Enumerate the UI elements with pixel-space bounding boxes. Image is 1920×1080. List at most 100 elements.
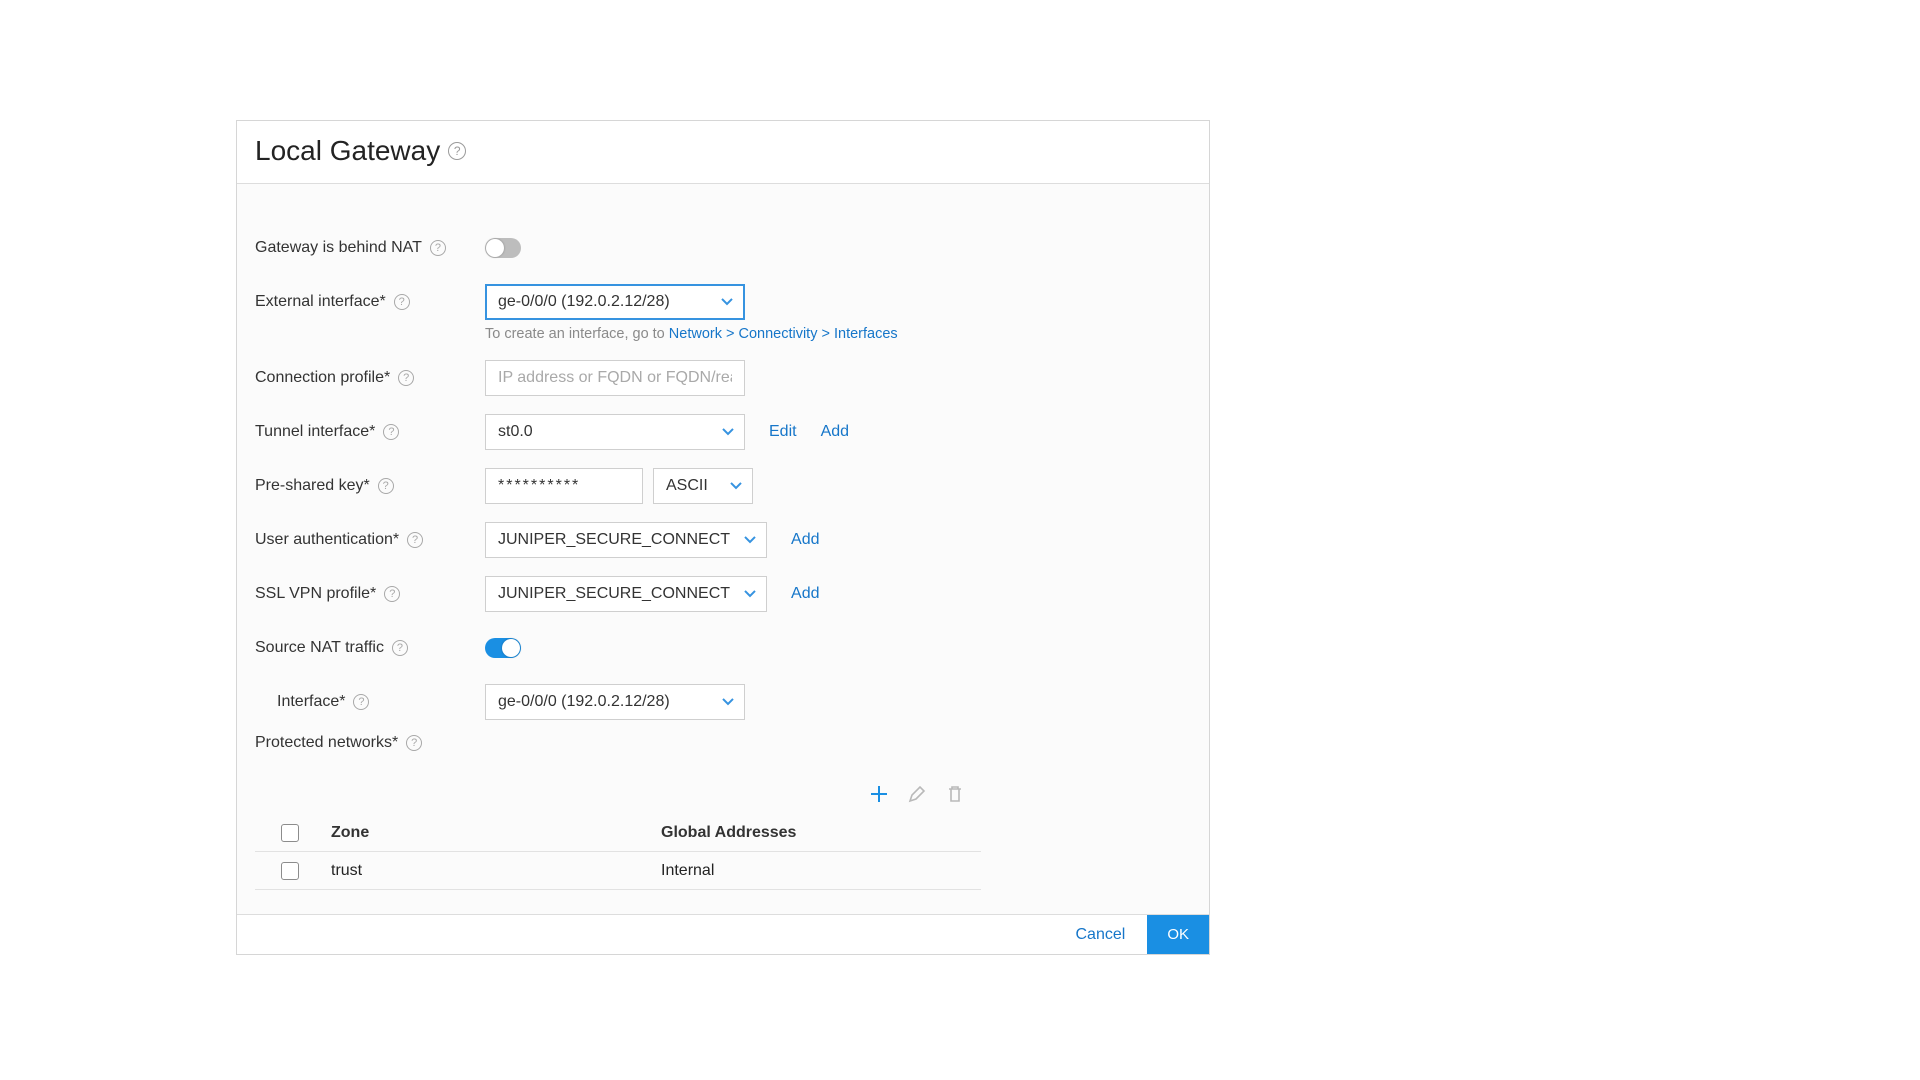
- ok-button[interactable]: OK: [1147, 915, 1209, 954]
- select-value: ASCII: [666, 477, 708, 495]
- tunnel-interface-add-button[interactable]: Add: [821, 423, 849, 441]
- help-icon[interactable]: ?: [383, 424, 399, 440]
- select-nat-interface[interactable]: ge-0/0/0 (192.0.2.12/28): [485, 684, 745, 720]
- panel-header: Local Gateway ?: [237, 121, 1209, 184]
- label-source-nat: Source NAT traffic: [255, 639, 384, 657]
- row-user-auth: User authentication* ? JUNIPER_SECURE_CO…: [255, 518, 1191, 562]
- select-value: ge-0/0/0 (192.0.2.12/28): [498, 293, 670, 311]
- control-cell: [485, 360, 745, 396]
- select-tunnel-interface[interactable]: st0.0: [485, 414, 745, 450]
- help-icon[interactable]: ?: [378, 478, 394, 494]
- row-pre-shared-key: Pre-shared key* ? ASCII: [255, 464, 1191, 508]
- control-cell: [485, 638, 521, 658]
- hint-text: To create an interface, go to: [485, 326, 669, 342]
- label-cell: External interface* ?: [255, 293, 485, 311]
- label-external-interface: External interface*: [255, 293, 386, 311]
- user-auth-add-button[interactable]: Add: [791, 531, 819, 549]
- label-pre-shared-key: Pre-shared key*: [255, 477, 370, 495]
- help-icon[interactable]: ?: [407, 532, 423, 548]
- protected-networks-table: Zone Global Addresses trust Internal: [255, 814, 981, 890]
- table-row[interactable]: trust Internal: [255, 852, 981, 890]
- cell-global-addresses: Internal: [655, 862, 981, 880]
- label-cell: SSL VPN profile* ?: [255, 585, 485, 603]
- row-tunnel-interface: Tunnel interface* ? st0.0 Edit Add: [255, 410, 1191, 454]
- cell-zone: trust: [325, 862, 655, 880]
- control-cell: ge-0/0/0 (192.0.2.12/28): [485, 684, 745, 720]
- label-ssl-vpn: SSL VPN profile*: [255, 585, 376, 603]
- label-cell: Protected networks* ?: [255, 734, 485, 752]
- local-gateway-panel: Local Gateway ? Gateway is behind NAT ? …: [236, 120, 1210, 955]
- control-cell: ge-0/0/0 (192.0.2.12/28): [485, 284, 745, 320]
- toggle-knob: [502, 639, 520, 657]
- help-icon[interactable]: ?: [430, 240, 446, 256]
- panel-footer: Cancel OK: [237, 914, 1209, 954]
- header-global-addresses: Global Addresses: [655, 824, 981, 842]
- toggle-gateway-behind-nat[interactable]: [485, 238, 521, 258]
- label-cell: Interface* ?: [255, 693, 485, 711]
- header-checkbox[interactable]: [281, 824, 299, 842]
- hint-link[interactable]: Network > Connectivity > Interfaces: [669, 326, 898, 342]
- help-icon[interactable]: ?: [392, 640, 408, 656]
- trash-icon[interactable]: [945, 784, 965, 804]
- chevron-down-icon: [744, 533, 756, 545]
- select-value: ge-0/0/0 (192.0.2.12/28): [498, 693, 670, 711]
- select-value: st0.0: [498, 423, 533, 441]
- row-nat-interface: Interface* ? ge-0/0/0 (192.0.2.12/28): [255, 680, 1191, 724]
- label-cell: Pre-shared key* ?: [255, 477, 485, 495]
- toggle-knob: [486, 239, 504, 257]
- label-cell: User authentication* ?: [255, 531, 485, 549]
- row-ssl-vpn: SSL VPN profile* ? JUNIPER_SECURE_CONNEC…: [255, 572, 1191, 616]
- row-checkbox[interactable]: [281, 862, 299, 880]
- row-external-interface: External interface* ? ge-0/0/0 (192.0.2.…: [255, 280, 1191, 324]
- help-icon[interactable]: ?: [398, 370, 414, 386]
- help-icon[interactable]: ?: [384, 586, 400, 602]
- pencil-icon[interactable]: [907, 784, 927, 804]
- chevron-down-icon: [722, 695, 734, 707]
- table-header-row: Zone Global Addresses: [255, 814, 981, 852]
- row-protected-networks: Protected networks* ?: [255, 734, 1191, 778]
- connection-profile-input[interactable]: [485, 360, 745, 396]
- label-connection-profile: Connection profile*: [255, 369, 390, 387]
- row-source-nat: Source NAT traffic ?: [255, 626, 1191, 670]
- row-checkbox-cell: [255, 862, 325, 880]
- chevron-down-icon: [721, 295, 733, 307]
- panel-body: Gateway is behind NAT ? External interfa…: [237, 184, 1209, 914]
- plus-icon[interactable]: [869, 784, 889, 804]
- label-user-auth: User authentication*: [255, 531, 399, 549]
- control-cell: ASCII: [485, 468, 753, 504]
- select-value: JUNIPER_SECURE_CONNECT: [498, 585, 730, 603]
- cancel-button[interactable]: Cancel: [1054, 915, 1148, 954]
- help-icon[interactable]: ?: [448, 142, 466, 160]
- toggle-source-nat[interactable]: [485, 638, 521, 658]
- chevron-down-icon: [722, 425, 734, 437]
- control-cell: st0.0 Edit Add: [485, 414, 849, 450]
- help-icon[interactable]: ?: [406, 735, 422, 751]
- label-cell: Gateway is behind NAT ?: [255, 239, 485, 257]
- select-value: JUNIPER_SECURE_CONNECT: [498, 531, 730, 549]
- chevron-down-icon: [730, 479, 742, 491]
- protected-networks-toolbar: [869, 784, 1191, 804]
- control-cell: JUNIPER_SECURE_CONNECT Add: [485, 522, 820, 558]
- label-protected-networks: Protected networks*: [255, 734, 398, 752]
- tunnel-interface-edit-button[interactable]: Edit: [769, 423, 797, 441]
- select-ssl-vpn[interactable]: JUNIPER_SECURE_CONNECT: [485, 576, 767, 612]
- external-interface-hint: To create an interface, go to Network > …: [485, 326, 1191, 342]
- help-icon[interactable]: ?: [353, 694, 369, 710]
- ssl-vpn-add-button[interactable]: Add: [791, 585, 819, 603]
- pre-shared-key-input[interactable]: [485, 468, 643, 504]
- select-psk-format[interactable]: ASCII: [653, 468, 753, 504]
- label-cell: Source NAT traffic ?: [255, 639, 485, 657]
- label-cell: Connection profile* ?: [255, 369, 485, 387]
- label-gateway-behind-nat: Gateway is behind NAT: [255, 239, 422, 257]
- label-cell: Tunnel interface* ?: [255, 423, 485, 441]
- panel-title-wrap: Local Gateway ?: [255, 135, 1191, 167]
- row-connection-profile: Connection profile* ?: [255, 356, 1191, 400]
- select-user-auth[interactable]: JUNIPER_SECURE_CONNECT: [485, 522, 767, 558]
- chevron-down-icon: [744, 587, 756, 599]
- help-icon[interactable]: ?: [394, 294, 410, 310]
- label-tunnel-interface: Tunnel interface*: [255, 423, 375, 441]
- row-gateway-behind-nat: Gateway is behind NAT ?: [255, 226, 1191, 270]
- control-cell: [485, 238, 521, 258]
- label-nat-interface: Interface*: [277, 693, 345, 711]
- select-external-interface[interactable]: ge-0/0/0 (192.0.2.12/28): [485, 284, 745, 320]
